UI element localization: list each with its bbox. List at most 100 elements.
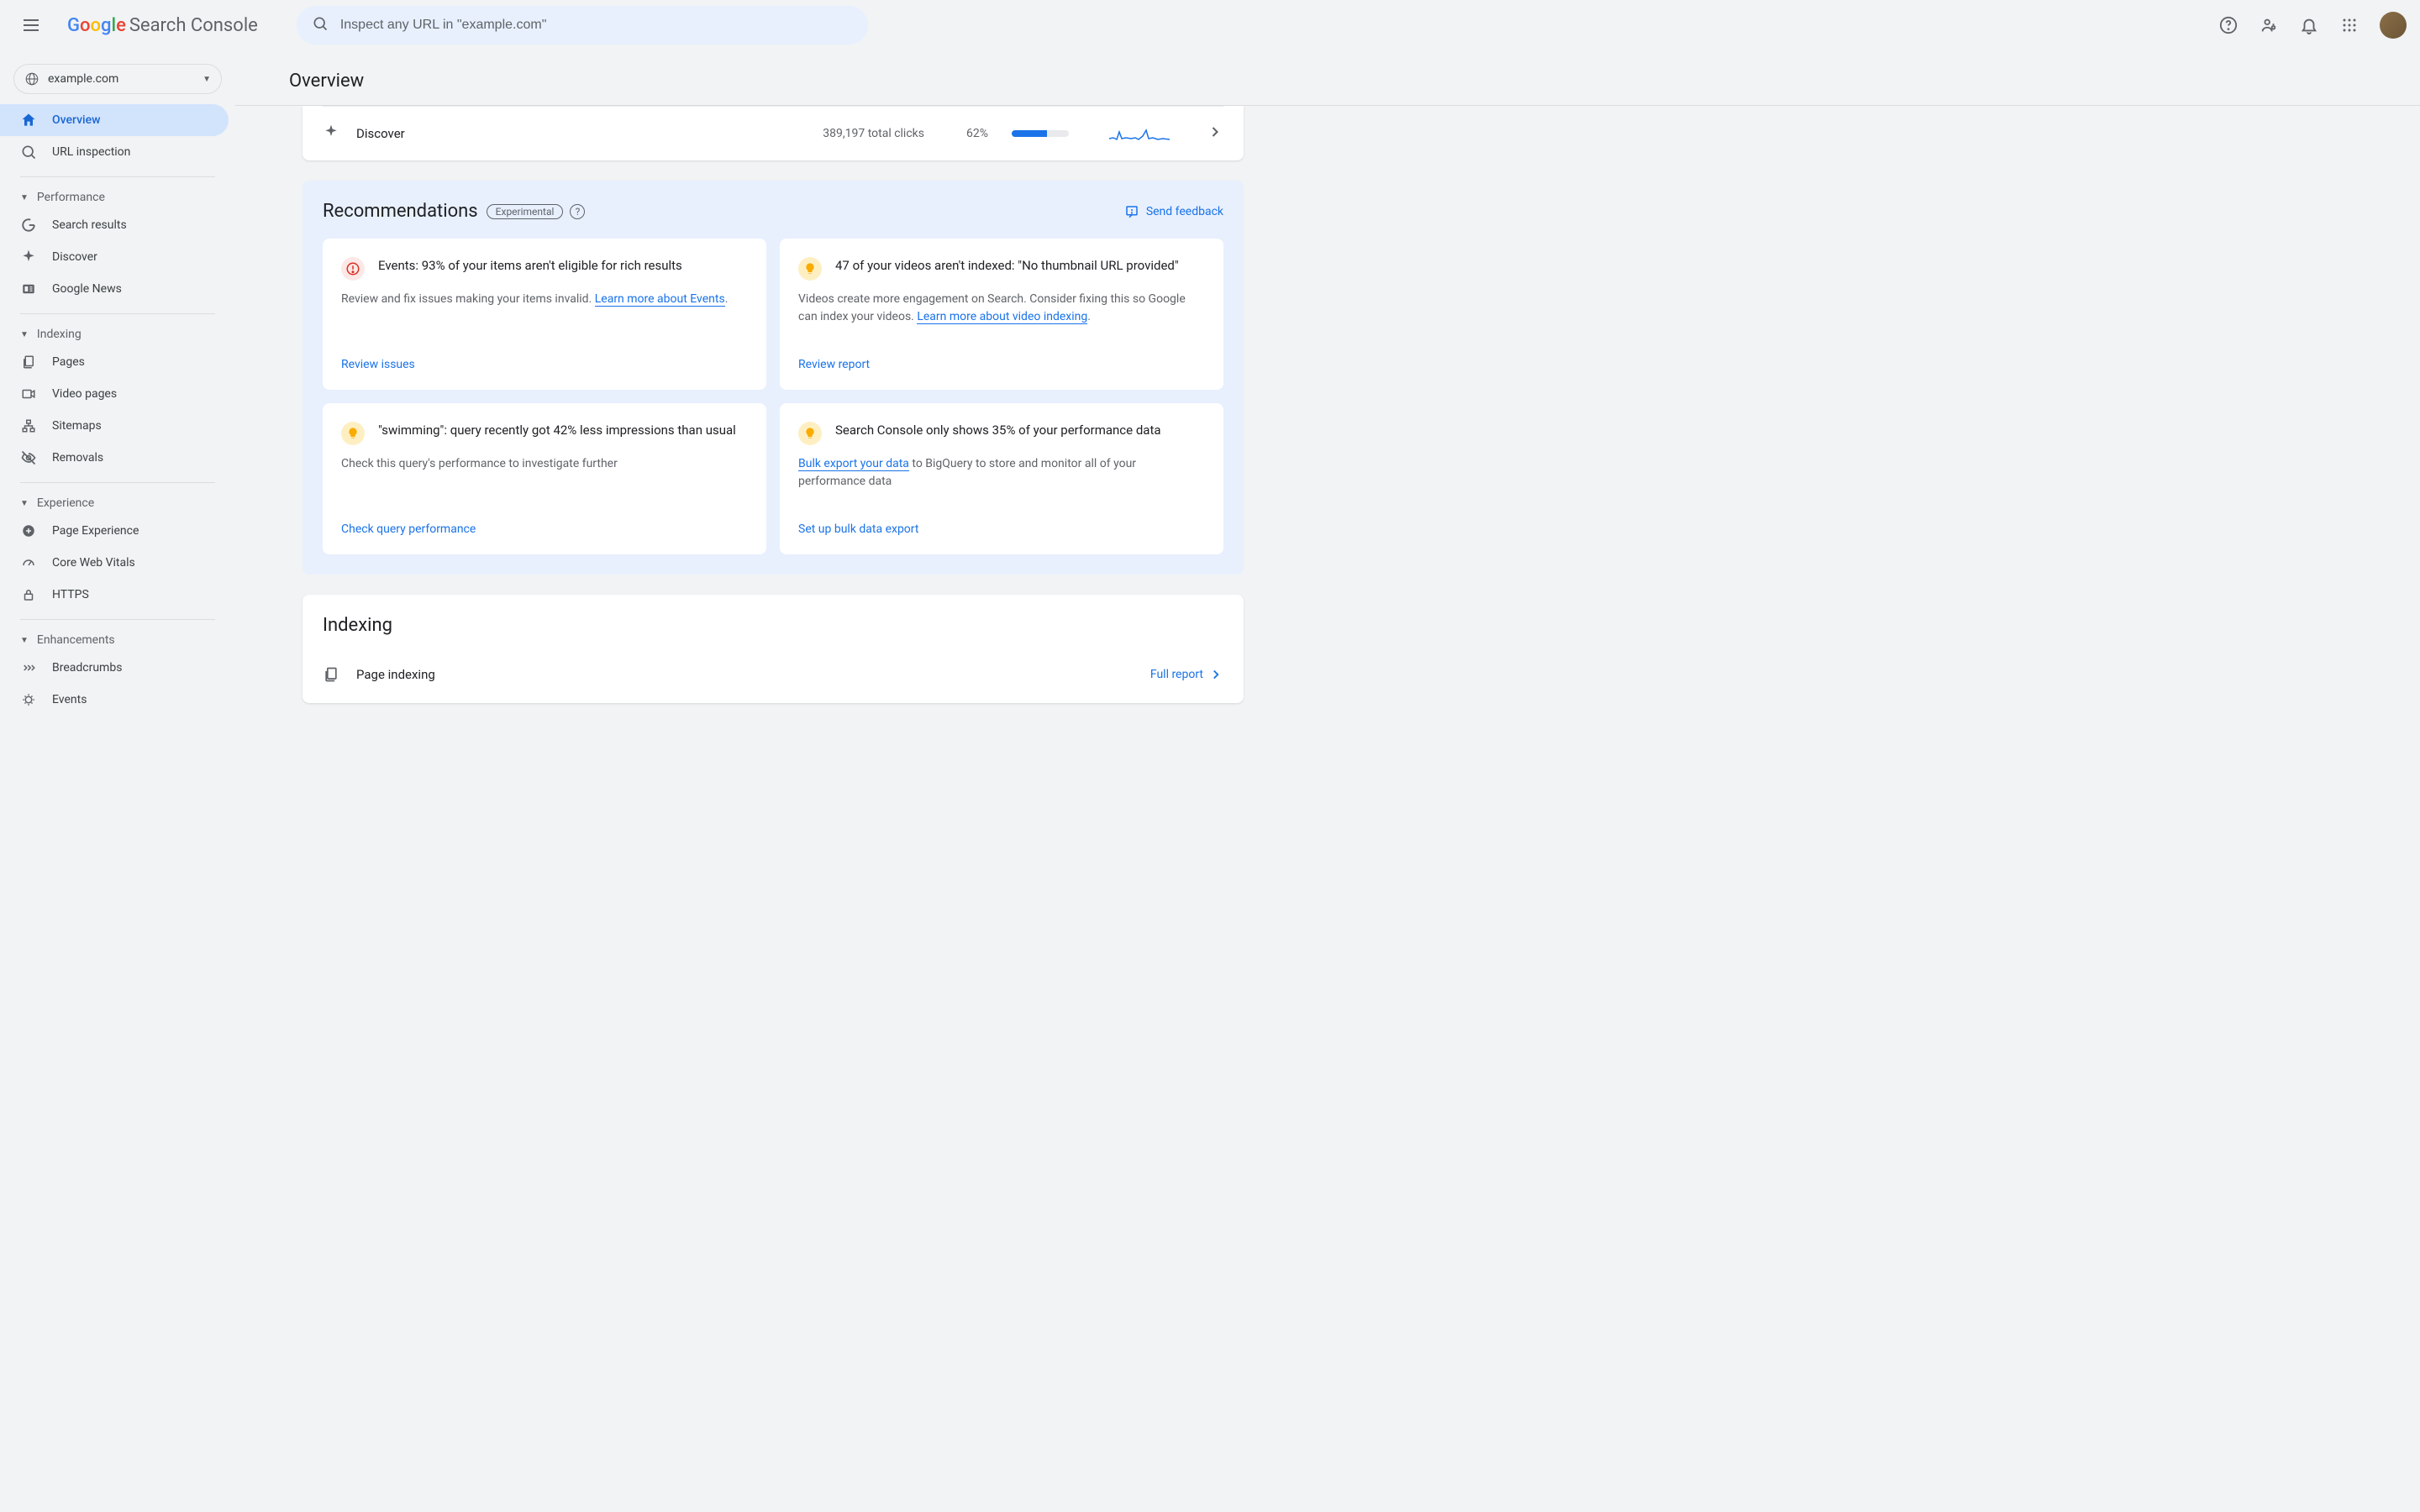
- section-label: Experience: [37, 496, 94, 510]
- divider: [20, 482, 215, 483]
- learn-more-link[interactable]: Learn more about Events: [595, 292, 725, 307]
- nav-label: Search results: [52, 218, 127, 232]
- nav-sitemaps[interactable]: Sitemaps: [0, 410, 229, 442]
- rec-card-events: Events: 93% of your items aren't eligibl…: [323, 239, 766, 390]
- nav-overview[interactable]: Overview: [0, 104, 229, 136]
- section-label: Indexing: [37, 328, 82, 341]
- performance-card: Discover 389,197 total clicks 62%: [302, 106, 1244, 160]
- rec-card-body: Check this query's performance to invest…: [341, 455, 748, 473]
- removals-icon: [20, 449, 37, 466]
- nav-label: Google News: [52, 282, 122, 296]
- help-icon[interactable]: [2218, 15, 2238, 35]
- sparkline: [1109, 123, 1170, 144]
- nav-video-pages[interactable]: Video pages: [0, 378, 229, 410]
- discover-pct: 62%: [966, 127, 988, 140]
- video-icon: [20, 386, 37, 402]
- page-indexing-row: Page indexing Full report: [323, 656, 1223, 693]
- search-input[interactable]: [340, 18, 853, 33]
- apps-icon[interactable]: [2339, 15, 2360, 35]
- bulk-export-link[interactable]: Bulk export your data: [798, 457, 909, 471]
- nav-discover[interactable]: Discover: [0, 241, 229, 273]
- avatar[interactable]: [2380, 12, 2407, 39]
- section-indexing[interactable]: ▼ Indexing: [0, 323, 235, 346]
- nav-removals[interactable]: Removals: [0, 442, 229, 474]
- nav-label: HTTPS: [52, 588, 89, 601]
- lightbulb-icon: [798, 422, 822, 445]
- lightbulb-icon: [798, 257, 822, 281]
- indexing-title: Indexing: [323, 615, 1223, 636]
- recommendations-section: Recommendations Experimental ? Send feed…: [302, 181, 1244, 575]
- pages-icon: [20, 354, 37, 370]
- recommendations-title: Recommendations: [323, 201, 478, 222]
- full-report-link[interactable]: Full report: [1150, 667, 1223, 682]
- rec-card-bulk-export: Search Console only shows 35% of your pe…: [780, 403, 1223, 554]
- rec-card-body: Bulk export your data to BigQuery to sto…: [798, 455, 1205, 491]
- rec-card-query: "swimming": query recently got 42% less …: [323, 403, 766, 554]
- section-enhancements[interactable]: ▼ Enhancements: [0, 628, 235, 652]
- property-name: example.com: [48, 72, 194, 86]
- nav-core-web-vitals[interactable]: Core Web Vitals: [0, 547, 229, 579]
- rec-card-videos: 47 of your videos aren't indexed: "No th…: [780, 239, 1223, 390]
- rec-card-body: Videos create more engagement on Search.…: [798, 291, 1205, 326]
- nav-label: Events: [52, 693, 87, 706]
- google-g-icon: [20, 217, 37, 234]
- divider: [20, 313, 215, 314]
- nav-label: URL inspection: [52, 145, 130, 159]
- globe-icon: [24, 71, 39, 87]
- search-box[interactable]: [297, 6, 868, 45]
- send-feedback-link[interactable]: Send feedback: [1124, 204, 1223, 219]
- sitemap-icon: [20, 417, 37, 434]
- help-icon[interactable]: ?: [570, 204, 585, 219]
- people-icon[interactable]: [2259, 15, 2279, 35]
- chevron-down-icon: ▼: [20, 193, 29, 202]
- property-selector[interactable]: example.com ▼: [13, 64, 222, 94]
- nav-google-news[interactable]: Google News: [0, 273, 229, 305]
- notifications-icon[interactable]: [2299, 15, 2319, 35]
- menu-button[interactable]: [13, 5, 54, 45]
- google-logo: Google: [67, 15, 126, 36]
- check-query-link[interactable]: Check query performance: [341, 522, 748, 536]
- nav-label: Sitemaps: [52, 419, 102, 433]
- chevron-down-icon: ▼: [20, 330, 29, 339]
- search-icon: [20, 144, 37, 160]
- nav-url-inspection[interactable]: URL inspection: [0, 136, 229, 168]
- plus-circle-icon: [20, 522, 37, 539]
- nav-pages[interactable]: Pages: [0, 346, 229, 378]
- rec-card-title: Search Console only shows 35% of your pe…: [835, 422, 1161, 445]
- chevron-down-icon: ▼: [20, 636, 29, 645]
- nav-page-experience[interactable]: Page Experience: [0, 515, 229, 547]
- error-icon: [341, 257, 365, 281]
- rec-card-body: Review and fix issues making your items …: [341, 291, 748, 308]
- page-title: Overview: [289, 71, 2370, 92]
- speedometer-icon: [20, 554, 37, 571]
- discover-row[interactable]: Discover 389,197 total clicks 62%: [302, 107, 1244, 160]
- nav-label: Core Web Vitals: [52, 556, 135, 570]
- product-name: Search Console: [129, 15, 258, 36]
- main-content: Overview Discover 389,197 total clicks 6…: [235, 50, 2420, 1512]
- indexing-card: Indexing Page indexing Full report: [302, 595, 1244, 703]
- page-header: Overview: [235, 50, 2420, 106]
- review-report-link[interactable]: Review report: [798, 358, 1205, 371]
- nav-events[interactable]: Events: [0, 684, 229, 716]
- nav-label: Overview: [52, 113, 100, 127]
- setup-export-link[interactable]: Set up bulk data export: [798, 522, 1205, 536]
- section-experience[interactable]: ▼ Experience: [0, 491, 235, 515]
- logo[interactable]: Google Search Console: [67, 15, 258, 36]
- section-performance[interactable]: ▼ Performance: [0, 186, 235, 209]
- learn-more-link[interactable]: Learn more about video indexing: [917, 310, 1087, 324]
- nav-search-results[interactable]: Search results: [0, 209, 229, 241]
- section-label: Enhancements: [37, 633, 115, 647]
- nav-label: Removals: [52, 451, 103, 465]
- feedback-label: Send feedback: [1146, 205, 1223, 218]
- search-icon: [312, 15, 329, 35]
- nav-label: Video pages: [52, 387, 117, 401]
- review-issues-link[interactable]: Review issues: [341, 358, 748, 371]
- nav-label: Page Experience: [52, 524, 139, 538]
- home-icon: [20, 112, 37, 129]
- nav-https[interactable]: HTTPS: [0, 579, 229, 611]
- app-header: Google Search Console: [0, 0, 2420, 50]
- rec-card-title: Events: 93% of your items aren't eligibl…: [378, 257, 682, 281]
- discover-clicks: 389,197 total clicks: [823, 127, 924, 140]
- nav-breadcrumbs[interactable]: Breadcrumbs: [0, 652, 229, 684]
- recommendations-grid: Events: 93% of your items aren't eligibl…: [323, 239, 1223, 554]
